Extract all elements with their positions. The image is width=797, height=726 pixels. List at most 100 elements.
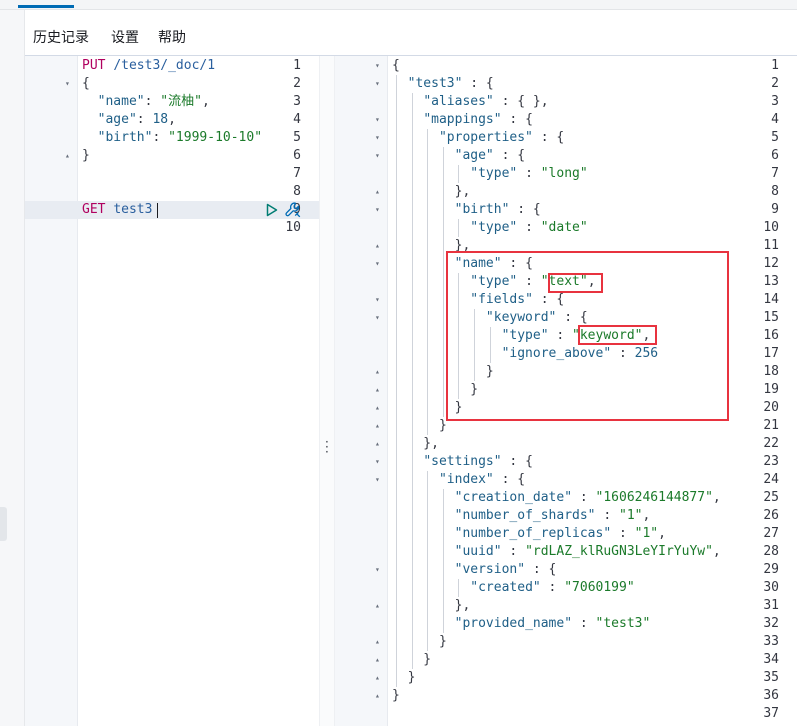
- code-token: :: [501, 544, 526, 559]
- code-line[interactable]: 25 "creation_date" : "1606246144877",: [335, 489, 797, 507]
- code-text: }: [392, 687, 400, 705]
- line-number: 18: [763, 364, 779, 379]
- line-number: 1: [771, 58, 779, 73]
- line-number: 31: [763, 598, 779, 613]
- code-line[interactable]: 1 PUT /test3/_doc/1: [25, 57, 319, 75]
- code-line[interactable]: 6 ▾ "age" : {: [335, 147, 797, 165]
- code-line[interactable]: 10 "type" : "date": [335, 219, 797, 237]
- fold-toggle-icon[interactable]: ▾: [375, 201, 380, 219]
- code-line[interactable]: 23 ▾ "settings" : {: [335, 453, 797, 471]
- fold-toggle-icon[interactable]: ▴: [375, 183, 380, 201]
- line-number: 10: [285, 220, 301, 235]
- code-token: :: [572, 616, 596, 631]
- fold-toggle-icon[interactable]: ▾: [375, 561, 380, 579]
- fold-toggle-icon[interactable]: ▾: [375, 111, 380, 129]
- menu-history[interactable]: 历史记录: [33, 27, 89, 47]
- code-line[interactable]: 27 "number_of_replicas" : "1",: [335, 525, 797, 543]
- code-line[interactable]: 5 ▾ "properties" : {: [335, 129, 797, 147]
- fold-toggle-icon[interactable]: ▴: [375, 687, 380, 705]
- code-line[interactable]: 30 "created" : "7060199": [335, 579, 797, 597]
- code-line[interactable]: 22 ▴ },: [335, 435, 797, 453]
- code-line[interactable]: 8 ▴ },: [335, 183, 797, 201]
- fold-toggle-icon[interactable]: ▾: [375, 255, 380, 273]
- code-line[interactable]: 24 ▾ "index" : {: [335, 471, 797, 489]
- code-line[interactable]: 9 ▾ "birth" : {: [335, 201, 797, 219]
- code-line[interactable]: 2 ▾ "test3" : {: [335, 75, 797, 93]
- line-number: 16: [763, 328, 779, 343]
- code-text: PUT /test3/_doc/1: [82, 57, 215, 75]
- code-line[interactable]: 7 "type" : "long": [335, 165, 797, 183]
- code-line[interactable]: 26 "number_of_shards" : "1",: [335, 507, 797, 525]
- code-line[interactable]: 8: [25, 183, 319, 201]
- side-collapse-handle[interactable]: [0, 507, 7, 541]
- code-token: },: [392, 436, 439, 451]
- code-token: : {: [493, 148, 526, 163]
- code-text: "number_of_shards" : "1",: [392, 507, 651, 525]
- fold-toggle-icon[interactable]: ▴: [375, 381, 380, 399]
- code-line[interactable]: 32 "provided_name" : "test3": [335, 615, 797, 633]
- code-line[interactable]: 29 ▾ "version" : {: [335, 561, 797, 579]
- code-token: :: [517, 166, 541, 181]
- code-line[interactable]: 5 "birth": "1999-10-10": [25, 129, 319, 147]
- fold-toggle-icon[interactable]: ▾: [375, 57, 380, 75]
- fold-toggle-icon[interactable]: ▾: [375, 453, 380, 471]
- line-number: 35: [763, 670, 779, 685]
- code-token: {: [392, 58, 400, 73]
- fold-toggle-icon[interactable]: ▴: [375, 597, 380, 615]
- code-text: "type" : "date": [392, 219, 587, 237]
- fold-toggle-icon[interactable]: ▴: [375, 435, 380, 453]
- code-line[interactable]: 3 "aliases" : { },: [335, 93, 797, 111]
- fold-toggle-icon[interactable]: ▾: [375, 129, 380, 147]
- code-line[interactable]: 4 ▾ "mappings" : {: [335, 111, 797, 129]
- code-token: test3: [113, 202, 153, 217]
- fold-toggle-icon[interactable]: ▾: [65, 75, 70, 93]
- code-text: "mappings" : {: [392, 111, 533, 129]
- code-line[interactable]: 1 ▾ {: [335, 57, 797, 75]
- play-icon[interactable]: [266, 203, 278, 217]
- fold-toggle-icon[interactable]: ▴: [375, 669, 380, 687]
- code-line[interactable]: 4 "age": 18,: [25, 111, 319, 129]
- fold-toggle-icon[interactable]: ▴: [375, 417, 380, 435]
- fold-toggle-icon[interactable]: ▾: [375, 309, 380, 327]
- fold-toggle-icon[interactable]: ▴: [375, 363, 380, 381]
- fold-toggle-icon[interactable]: ▴: [375, 651, 380, 669]
- code-line[interactable]: 6 ▴}: [25, 147, 319, 165]
- fold-toggle-icon[interactable]: ▾: [375, 147, 380, 165]
- line-number: 15: [763, 310, 779, 325]
- code-line[interactable]: 31 ▴ },: [335, 597, 797, 615]
- menu-help[interactable]: 帮助: [158, 27, 186, 47]
- fold-toggle-icon[interactable]: ▾: [375, 471, 380, 489]
- code-token: :: [611, 526, 635, 541]
- fold-toggle-icon[interactable]: ▴: [375, 633, 380, 651]
- code-line[interactable]: 10: [25, 219, 319, 237]
- code-line[interactable]: 36 ▴}: [335, 687, 797, 705]
- wrench-icon[interactable]: [284, 201, 302, 219]
- code-line[interactable]: 28 "uuid" : "rdLAZ_klRuGN3LeYIrYuYw",: [335, 543, 797, 561]
- fold-toggle-icon[interactable]: ▴: [65, 147, 70, 165]
- fold-toggle-icon[interactable]: ▾: [375, 75, 380, 93]
- fold-toggle-icon[interactable]: ▾: [375, 291, 380, 309]
- code-line[interactable]: 7: [25, 165, 319, 183]
- drag-handle-icon[interactable]: · · ·: [325, 436, 329, 458]
- fold-toggle-icon[interactable]: ▴: [375, 399, 380, 417]
- code-line[interactable]: 37: [335, 705, 797, 723]
- menu-settings[interactable]: 设置: [111, 27, 139, 47]
- pane-resizer[interactable]: · · ·: [319, 56, 335, 726]
- code-line[interactable]: 33 ▴ }: [335, 633, 797, 651]
- code-line[interactable]: 35 ▴ }: [335, 669, 797, 687]
- console-menubar: 历史记录 设置 帮助: [25, 10, 797, 56]
- code-token: "number_of_shards": [454, 508, 596, 523]
- line-number: 1: [293, 58, 301, 73]
- code-token: "provided_name": [454, 616, 573, 631]
- request-editor[interactable]: 1 PUT /test3/_doc/1 2 ▾{3 "name": "流柚", 4 "a…: [25, 56, 319, 726]
- code-token: "name": [97, 94, 145, 109]
- code-line[interactable]: 34 ▴ }: [335, 651, 797, 669]
- fold-toggle-icon[interactable]: ▴: [375, 237, 380, 255]
- code-token: "uuid": [454, 544, 502, 559]
- code-line[interactable]: 3 "name": "流柚",: [25, 93, 319, 111]
- indent-guide: [458, 579, 460, 597]
- line-number: 36: [763, 688, 779, 703]
- code-line[interactable]: 2 ▾ {: [25, 75, 319, 93]
